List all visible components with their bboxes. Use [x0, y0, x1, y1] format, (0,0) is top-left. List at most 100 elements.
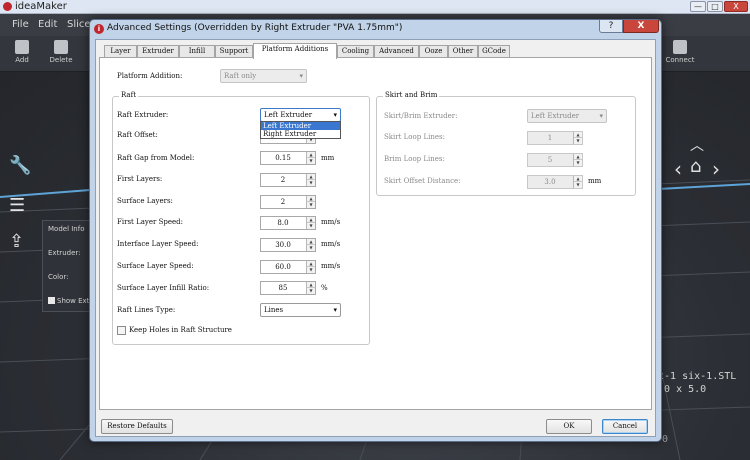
skirt-loop-lines-value: 1: [547, 134, 553, 142]
upload-icon[interactable]: ⇪: [9, 232, 29, 252]
dialog-close-button[interactable]: X: [623, 20, 659, 33]
chevron-down-icon: ▾: [333, 306, 337, 314]
raft-extruder-value: Left Extruder: [264, 111, 313, 119]
model-file-size: 2.0 x 5.0: [652, 384, 707, 395]
spin-down-icon[interactable]: ▼: [574, 182, 582, 188]
platform-addition-select[interactable]: Raft only ▾: [220, 69, 307, 83]
restore-defaults-button[interactable]: Restore Defaults: [101, 419, 173, 434]
surface-layers-value: 2: [280, 198, 286, 206]
extruder-label: Extruder:: [48, 249, 81, 257]
skirt-extruder-label: Skirt/Brim Extruder:: [384, 112, 458, 120]
spin-down-icon[interactable]: ▼: [307, 158, 315, 164]
surface-layers-spinbox[interactable]: 2 ▲ ▼: [260, 195, 316, 209]
chevron-down-icon: ▾: [599, 112, 603, 120]
home-icon[interactable]: ⌂: [690, 156, 701, 177]
ideamaker-dialog-icon: i: [94, 24, 104, 34]
interface-layer-speed-spinbox[interactable]: 30.0 ▲ ▼: [260, 238, 316, 252]
help-button[interactable]: ?: [599, 20, 623, 33]
spin-down-icon[interactable]: ▼: [307, 288, 315, 294]
close-icon[interactable]: X: [724, 1, 748, 12]
skirt-offset-distance-spinbox[interactable]: 3.0 ▲ ▼: [527, 175, 583, 189]
add-button[interactable]: Add: [4, 38, 40, 70]
interface-layer-speed-unit: mm/s: [321, 240, 341, 248]
show-extruder-checkbox[interactable]: [48, 297, 55, 304]
spin-down-icon[interactable]: ▼: [574, 138, 582, 144]
spin-down-icon[interactable]: ▼: [307, 267, 315, 273]
chevron-left-icon[interactable]: ‹: [674, 157, 682, 181]
delete-model-icon: [54, 40, 68, 54]
platform-addition-label: Platform Addition:: [117, 72, 183, 80]
app-title: ideaMaker: [15, 1, 67, 12]
interface-layer-speed-label: Interface Layer Speed:: [117, 240, 199, 248]
chevron-down-icon: ▾: [299, 72, 303, 80]
show-extruder-row[interactable]: Show Ext: [48, 297, 89, 305]
skirt-loop-lines-spinbox[interactable]: 1 ▲ ▼: [527, 131, 583, 145]
dialog-body: Layer Extruder Infill Support Platform A…: [95, 39, 656, 437]
add-model-icon: [15, 40, 29, 54]
first-layers-value: 2: [280, 176, 286, 184]
connect-button[interactable]: Connect: [660, 38, 700, 70]
surface-layer-speed-unit: mm/s: [321, 262, 341, 270]
chevron-right-icon[interactable]: ›: [712, 157, 720, 181]
raft-lines-type-value: Lines: [264, 306, 284, 314]
skirt-extruder-select[interactable]: Left Extruder ▾: [527, 109, 607, 123]
minimize-icon[interactable]: —: [690, 1, 706, 12]
tab-platform-additions[interactable]: Platform Additions: [253, 43, 337, 59]
delete-button[interactable]: Delete: [43, 38, 79, 70]
dropdown-option-left-extruder[interactable]: Left Extruder: [261, 122, 340, 130]
raft-extruder-select[interactable]: Left Extruder ▾: [260, 108, 341, 122]
cancel-button[interactable]: Cancel: [602, 419, 648, 434]
show-extruder-label: Show Ext: [57, 297, 90, 305]
spin-down-icon[interactable]: ▼: [574, 160, 582, 166]
color-label: Color:: [48, 273, 69, 281]
maximize-icon[interactable]: □: [707, 1, 723, 12]
wrench-icon[interactable]: 🔧: [9, 156, 31, 176]
dropdown-option-right-extruder[interactable]: Right Extruder: [261, 130, 340, 138]
raft-gap-unit: mm: [321, 154, 335, 162]
menu-file[interactable]: File: [12, 19, 29, 30]
skirt-offset-distance-unit: mm: [588, 177, 602, 185]
menu-slice[interactable]: Slice: [67, 19, 91, 30]
raft-gap-spinbox[interactable]: 0.15 ▲ ▼: [260, 151, 316, 165]
brim-loop-lines-value: 5: [547, 156, 553, 164]
skirt-extruder-value: Left Extruder: [531, 112, 580, 120]
spin-down-icon[interactable]: ▼: [307, 180, 315, 186]
ok-button[interactable]: OK: [546, 419, 592, 434]
raft-lines-type-label: Raft Lines Type:: [117, 306, 176, 314]
spin-down-icon[interactable]: ▼: [307, 223, 315, 229]
connect-label: Connect: [665, 56, 695, 64]
model-file-name: st-1 six-1.STL: [652, 371, 737, 382]
chevron-up-icon[interactable]: ︿: [690, 135, 704, 155]
ideamaker-logo-icon: [3, 2, 12, 11]
raft-extruder-dropdown: Left Extruder Right Extruder: [260, 121, 341, 139]
keep-holes-label: Keep Holes in Raft Structure: [129, 326, 232, 334]
surface-layer-speed-spinbox[interactable]: 60.0 ▲ ▼: [260, 260, 316, 274]
raft-extruder-label: Raft Extruder:: [117, 111, 169, 119]
skirt-loop-lines-label: Skirt Loop Lines:: [384, 133, 445, 141]
menu-edit[interactable]: Edit: [38, 19, 57, 30]
spin-down-icon[interactable]: ▼: [307, 245, 315, 251]
skirt-offset-distance-value: 3.0: [544, 178, 556, 186]
dialog-title: Advanced Settings (Overridden by Right E…: [107, 23, 403, 33]
advanced-settings-dialog: i Advanced Settings (Overridden by Right…: [89, 19, 662, 442]
first-layer-speed-spinbox[interactable]: 8.0 ▲ ▼: [260, 216, 316, 230]
keep-holes-checkbox[interactable]: [117, 326, 126, 335]
brim-loop-lines-spinbox[interactable]: 5 ▲ ▼: [527, 153, 583, 167]
brim-loop-lines-label: Brim Loop Lines:: [384, 155, 445, 163]
surface-infill-ratio-spinbox[interactable]: 85 ▲ ▼: [260, 281, 316, 295]
raft-offset-label: Raft Offset:: [117, 131, 158, 139]
first-layer-speed-label: First Layer Speed:: [117, 218, 183, 226]
connect-icon: [673, 40, 687, 54]
spin-down-icon[interactable]: ▼: [307, 202, 315, 208]
first-layer-speed-unit: mm/s: [321, 218, 341, 226]
first-layers-spinbox[interactable]: 2 ▲ ▼: [260, 173, 316, 187]
dialog-titlebar: i Advanced Settings (Overridden by Right…: [90, 20, 661, 38]
list-icon[interactable]: ☰: [9, 196, 29, 216]
first-layer-speed-value: 8.0: [277, 219, 289, 227]
raft-lines-type-select[interactable]: Lines ▾: [260, 303, 341, 317]
skirt-brim-group-title: Skirt and Brim: [383, 91, 440, 99]
model-info-title: Model Info: [48, 225, 85, 233]
skirt-offset-distance-label: Skirt Offset Distance:: [384, 177, 461, 185]
app-titlebar: ideaMaker — □ X: [0, 0, 750, 14]
surface-layer-speed-label: Surface Layer Speed:: [117, 262, 194, 270]
